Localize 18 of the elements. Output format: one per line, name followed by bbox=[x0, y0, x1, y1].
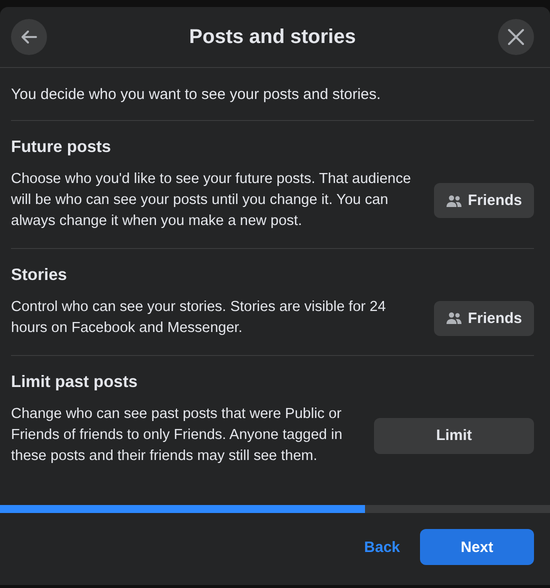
people-icon bbox=[446, 194, 462, 206]
dialog-title: Posts and stories bbox=[189, 26, 356, 48]
section-description: Control who can see your stories. Stories are visible for 24 hours on Facebook and Messenger. bbox=[11, 298, 387, 338]
section-title: Future posts bbox=[11, 138, 112, 157]
limit-button[interactable]: Limit bbox=[374, 418, 534, 454]
close-button[interactable] bbox=[498, 19, 534, 55]
section-description: Change who can see past posts that were Public or Friends of friends to only Friends. Anyone tagged in these posts and their friends may still see them. bbox=[11, 405, 344, 466]
close-icon bbox=[506, 27, 526, 47]
section-title: Limit past posts bbox=[11, 373, 139, 392]
back-arrow-button[interactable] bbox=[11, 19, 47, 55]
section-title: Stories bbox=[11, 266, 68, 285]
audience-button[interactable]: Friends bbox=[434, 300, 534, 336]
people-icon bbox=[446, 312, 462, 324]
next-button[interactable]: Next bbox=[420, 529, 534, 565]
audience-button[interactable]: Friends bbox=[434, 183, 534, 218]
section-description: Choose who you'd like to see your future posts. That audience will be who can see your posts until you change it. You can always change it when you make a new post. bbox=[11, 170, 412, 231]
intro-text: You decide who you want to see your posts and stories. bbox=[11, 68, 534, 121]
back-button[interactable]: Back bbox=[364, 532, 400, 562]
